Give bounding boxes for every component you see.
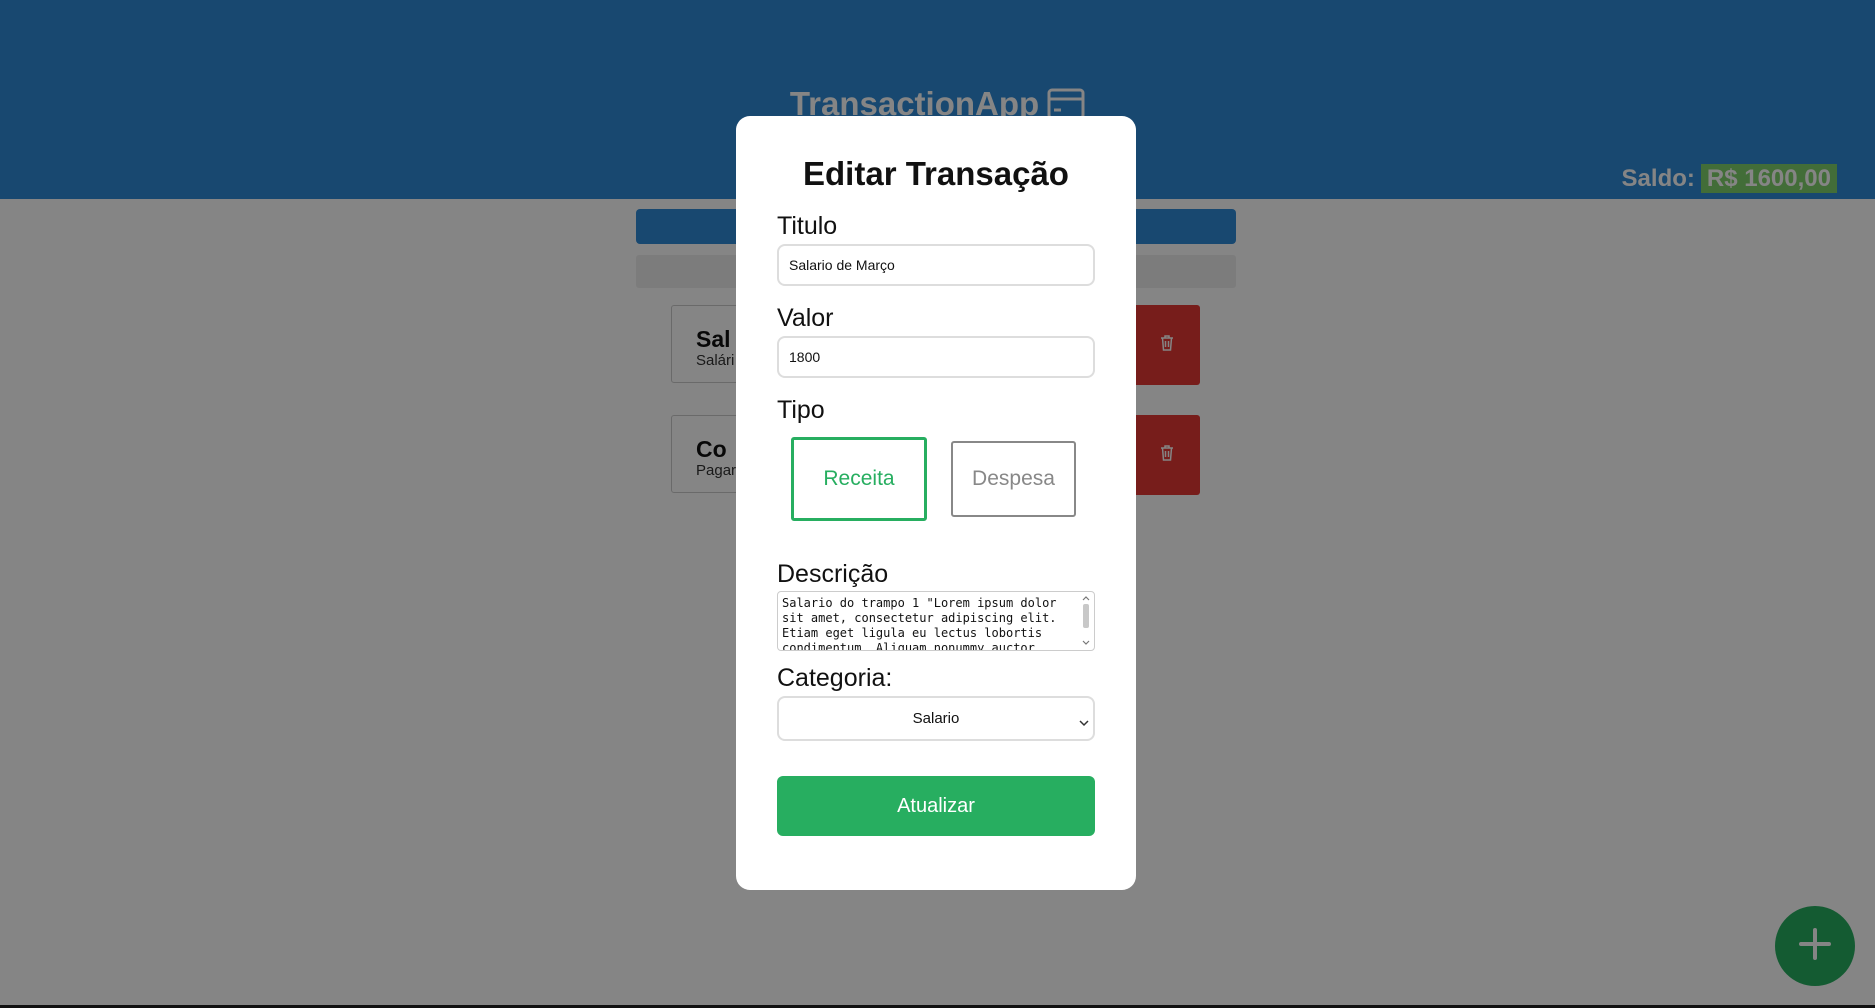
categoria-select[interactable]: Salario	[777, 696, 1095, 741]
modal-title: Editar Transação	[803, 155, 1069, 192]
categoria-selected-value: Salario	[912, 710, 960, 727]
textarea-scrollbar[interactable]	[1080, 594, 1092, 648]
update-button[interactable]: Atualizar	[777, 776, 1095, 836]
receita-option[interactable]: Receita	[791, 437, 927, 521]
edit-transaction-modal: Editar Transação Titulo Valor Tipo Recei…	[736, 116, 1136, 890]
valor-input[interactable]	[777, 336, 1095, 378]
despesa-option[interactable]: Despesa	[951, 441, 1076, 517]
chevron-down-icon	[1079, 714, 1089, 731]
tipo-options: Receita Despesa	[777, 429, 1095, 531]
tipo-label: Tipo	[777, 396, 825, 424]
titulo-label: Titulo	[777, 212, 838, 240]
titulo-input[interactable]	[777, 244, 1095, 286]
descricao-textarea[interactable]: Salario do trampo 1 "Lorem ipsum dolor s…	[777, 591, 1095, 651]
valor-label: Valor	[777, 304, 834, 332]
descricao-text: Salario do trampo 1 "Lorem ipsum dolor s…	[782, 596, 1057, 651]
descricao-label: Descrição	[777, 560, 889, 588]
categoria-label: Categoria:	[777, 664, 893, 692]
